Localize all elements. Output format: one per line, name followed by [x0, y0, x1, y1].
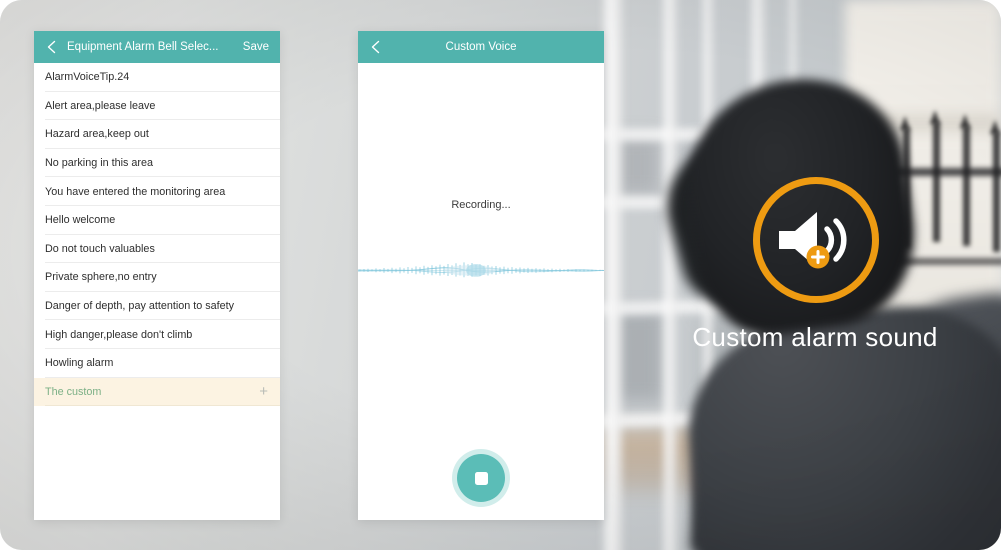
stop-recording-button[interactable]	[457, 454, 505, 502]
list-item-label: No parking in this area	[45, 157, 154, 170]
speaker-plus-glyph	[779, 212, 847, 269]
list-item[interactable]: Private sphere,no entry	[34, 263, 280, 292]
custom-voice-navbar: Custom Voice	[358, 31, 604, 63]
list-item-label: AlarmVoiceTip.24	[45, 71, 130, 84]
list-item-label: The custom	[45, 385, 102, 398]
speaker-plus-icon	[753, 177, 879, 303]
list-item-the-custom[interactable]: The custom +	[34, 377, 280, 407]
list-item[interactable]: Danger of depth, pay attention to safety	[34, 292, 280, 321]
chevron-left-icon[interactable]	[367, 38, 385, 56]
list-item-label: Hazard area,keep out	[45, 128, 149, 141]
list-item[interactable]: Alert area,please leave	[34, 92, 280, 121]
custom-voice-screen: Custom Voice Recording...	[358, 31, 604, 520]
stop-square-icon	[474, 471, 488, 485]
list-item[interactable]: AlarmVoiceTip.24	[34, 63, 280, 92]
list-item[interactable]: Do not touch valuables	[34, 235, 280, 264]
page-title: Equipment Alarm Bell Selec...	[67, 41, 219, 53]
plus-icon[interactable]: +	[259, 384, 268, 399]
list-item-label: Private sphere,no entry	[45, 271, 157, 284]
list-item-label: Alert area,please leave	[45, 99, 156, 112]
list-item-label: Do not touch valuables	[45, 242, 155, 255]
list-item-label: Danger of depth, pay attention to safety	[45, 300, 235, 313]
navbar-spacer	[577, 38, 595, 56]
chevron-left-icon[interactable]	[43, 38, 61, 56]
list-item[interactable]: Hello welcome	[34, 206, 280, 235]
recording-body: Recording...	[358, 63, 604, 520]
list-item-label: You have entered the monitoring area	[45, 185, 226, 198]
list-item-label: Hello welcome	[45, 214, 116, 227]
list-item[interactable]: Howling alarm	[34, 349, 280, 378]
list-item[interactable]: You have entered the monitoring area	[34, 177, 280, 206]
save-button[interactable]: Save	[235, 41, 271, 53]
page-title: Custom Voice	[445, 41, 517, 53]
list-item-label: High danger,please don't climb	[45, 328, 193, 341]
list-item-label: Howling alarm	[45, 357, 114, 370]
list-item[interactable]: No parking in this area	[34, 149, 280, 178]
list-item[interactable]: Hazard area,keep out	[34, 120, 280, 149]
list-item[interactable]: High danger,please don't climb	[34, 320, 280, 349]
alarm-bell-navbar: Equipment Alarm Bell Selec... Save	[34, 31, 280, 63]
overlay-caption: Custom alarm sound	[692, 322, 938, 352]
alarm-bell-list: AlarmVoiceTip.24 Alert area,please leave…	[34, 63, 280, 407]
audio-waveform	[358, 249, 604, 291]
alarm-bell-selection-screen: Equipment Alarm Bell Selec... Save Alarm…	[34, 31, 280, 520]
screenshot-canvas: Custom alarm sound Equipment Alarm Bell …	[0, 0, 1001, 550]
audio-waveform-graphic	[358, 262, 604, 278]
recording-status-text: Recording...	[451, 199, 511, 211]
